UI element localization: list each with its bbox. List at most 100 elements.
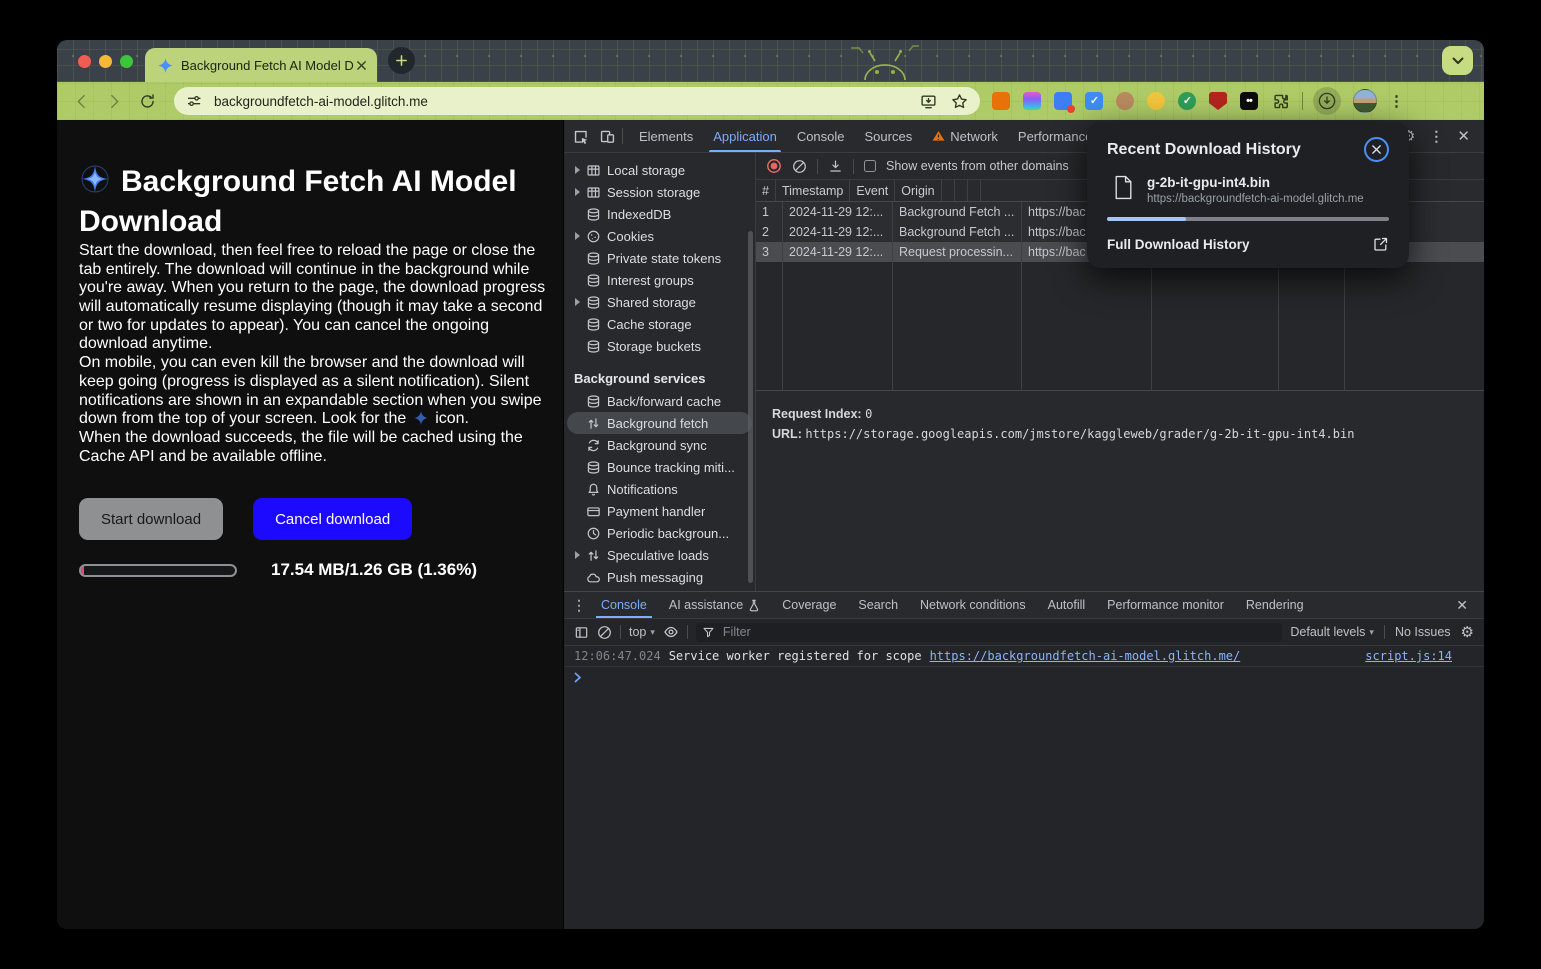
external-link-icon[interactable] <box>1373 236 1389 252</box>
column-header[interactable]: # <box>756 180 776 201</box>
close-window-button[interactable] <box>78 55 91 68</box>
inspect-element-icon[interactable] <box>572 128 589 145</box>
clear-icon[interactable] <box>792 159 807 174</box>
cancel-download-button[interactable]: Cancel download <box>253 498 412 540</box>
devtools-close-icon[interactable]: ✕ <box>1457 127 1470 145</box>
column-header[interactable] <box>968 180 981 201</box>
sidebar-item[interactable]: Local storage <box>567 159 752 181</box>
drawer-tab[interactable]: AI assistance <box>658 592 771 618</box>
expand-triangle-icon[interactable] <box>575 298 580 306</box>
downloads-button[interactable] <box>1313 87 1341 115</box>
drawer-tab[interactable]: Performance monitor <box>1096 592 1235 618</box>
devtools-tab[interactable]: Application <box>703 120 787 152</box>
devtools-menu-icon[interactable]: ⋮ <box>1429 128 1443 145</box>
filter-input[interactable] <box>721 624 1276 640</box>
sidebar-item[interactable]: Cookies <box>567 225 752 247</box>
bookmark-star-icon[interactable] <box>951 93 968 110</box>
console-filter[interactable] <box>696 623 1282 642</box>
console-sidebar-toggle-icon[interactable] <box>574 625 589 640</box>
column-header[interactable]: Timestamp <box>776 180 850 201</box>
drawer-tab[interactable]: Coverage <box>771 592 847 618</box>
minimize-window-button[interactable] <box>99 55 112 68</box>
record-icon[interactable] <box>766 158 782 174</box>
dark-eyes-extension[interactable]: •• <box>1240 92 1258 110</box>
drawer-tab[interactable]: Console <box>590 592 658 618</box>
url-input[interactable] <box>212 93 920 110</box>
zoom-window-button[interactable] <box>120 55 133 68</box>
full-download-history-link[interactable]: Full Download History <box>1107 237 1250 252</box>
column-header[interactable]: Origin <box>895 180 941 201</box>
browser-tab[interactable]: Background Fetch AI Model D <box>145 48 377 82</box>
drawer-tab[interactable]: Autofill <box>1037 592 1097 618</box>
sidebar-item[interactable]: Shared storage <box>567 291 752 313</box>
console-prompt[interactable] <box>564 667 1484 688</box>
expand-triangle-icon[interactable] <box>575 551 580 559</box>
tab-search-button[interactable] <box>1442 46 1473 75</box>
back-icon[interactable] <box>73 93 90 110</box>
sidebar-item[interactable]: Private state tokens <box>567 247 752 269</box>
forward-icon[interactable] <box>106 93 123 110</box>
new-tab-button[interactable] <box>388 47 415 74</box>
sidebar-scrollbar[interactable] <box>748 231 753 583</box>
sidebar-item[interactable]: Session storage <box>567 181 752 203</box>
save-events-icon[interactable] <box>828 159 843 174</box>
issues-counter[interactable]: No Issues <box>1395 625 1451 639</box>
context-selector[interactable]: top▾ <box>629 625 655 639</box>
construction-worker-extension[interactable] <box>1147 92 1165 110</box>
sidebar-item[interactable]: Background sync <box>567 434 752 456</box>
reload-icon[interactable] <box>139 93 156 110</box>
expand-triangle-icon[interactable] <box>575 232 580 240</box>
fox-extension[interactable] <box>992 92 1010 110</box>
drawer-close-icon[interactable]: ✕ <box>1456 597 1476 614</box>
send-to-device-icon[interactable] <box>920 93 937 110</box>
live-expression-eye-icon[interactable] <box>663 624 679 640</box>
sidebar-item[interactable]: Speculative loads <box>567 544 752 566</box>
popup-close-button[interactable] <box>1364 137 1389 162</box>
drawer-tab[interactable]: Network conditions <box>909 592 1037 618</box>
devtools-tab[interactable]: Sources <box>855 120 923 152</box>
extensions-puzzle-icon[interactable] <box>1271 92 1290 111</box>
profile-avatar[interactable] <box>1353 89 1377 113</box>
close-tab-icon[interactable] <box>356 60 367 71</box>
stripes-extension[interactable] <box>1023 92 1041 110</box>
site-settings-tune-icon[interactable] <box>186 93 202 109</box>
verified-check-extension[interactable]: ✓ <box>1178 92 1196 110</box>
console-settings-icon[interactable]: ⚙ <box>1461 625 1474 640</box>
browser-menu-icon[interactable]: ⋮ <box>1389 92 1404 110</box>
drawer-tab[interactable]: Search <box>847 592 909 618</box>
sidebar-item[interactable]: Interest groups <box>567 269 752 291</box>
sidebar-item[interactable]: IndexedDB <box>567 203 752 225</box>
expand-triangle-icon[interactable] <box>575 166 580 174</box>
log-source-link[interactable]: script.js:14 <box>1365 649 1452 663</box>
sidebar-item[interactable]: Periodic backgroun... <box>567 522 752 544</box>
show-events-checkbox[interactable] <box>864 160 876 172</box>
sidebar-item[interactable]: Bounce tracking miti... <box>567 456 752 478</box>
devtools-tab[interactable]: Console <box>787 120 855 152</box>
drawer-tab[interactable]: Rendering <box>1235 592 1315 618</box>
sidebar-item[interactable]: Back/forward cache <box>567 390 752 412</box>
red-shield-extension[interactable] <box>1209 92 1227 110</box>
sidebar-item[interactable]: Cache storage <box>567 313 752 335</box>
expand-triangle-icon[interactable] <box>575 188 580 196</box>
column-header[interactable] <box>955 180 968 201</box>
monkey-extension[interactable] <box>1116 92 1134 110</box>
sidebar-item[interactable]: Background fetch <box>567 412 752 434</box>
password-key-extension[interactable] <box>1054 92 1072 110</box>
sidebar-item[interactable]: Push messaging <box>567 566 752 588</box>
devtools-tab[interactable]: Network <box>922 120 1008 152</box>
column-header[interactable]: Event <box>850 180 895 201</box>
tasks-check-extension[interactable]: ✓ <box>1085 92 1103 110</box>
sidebar-item[interactable]: Payment handler <box>567 500 752 522</box>
devtools-tab[interactable]: Elements <box>629 120 703 152</box>
omnibox[interactable] <box>174 87 980 115</box>
sidebar-item[interactable]: Notifications <box>567 478 752 500</box>
drawer-menu-icon[interactable]: ⋮ <box>572 597 586 614</box>
log-scope-link[interactable]: https://backgroundfetch-ai-model.glitch.… <box>930 649 1241 663</box>
clear-console-icon[interactable] <box>597 625 612 640</box>
start-download-button[interactable]: Start download <box>79 498 223 540</box>
download-item[interactable]: g-2b-it-gpu-int4.bin https://backgroundf… <box>1107 175 1389 205</box>
sidebar-item[interactable]: Storage buckets <box>567 335 752 357</box>
log-levels-dropdown[interactable]: Default levels▾ <box>1290 625 1374 639</box>
column-header[interactable] <box>942 180 955 201</box>
device-toolbar-icon[interactable] <box>599 128 616 145</box>
